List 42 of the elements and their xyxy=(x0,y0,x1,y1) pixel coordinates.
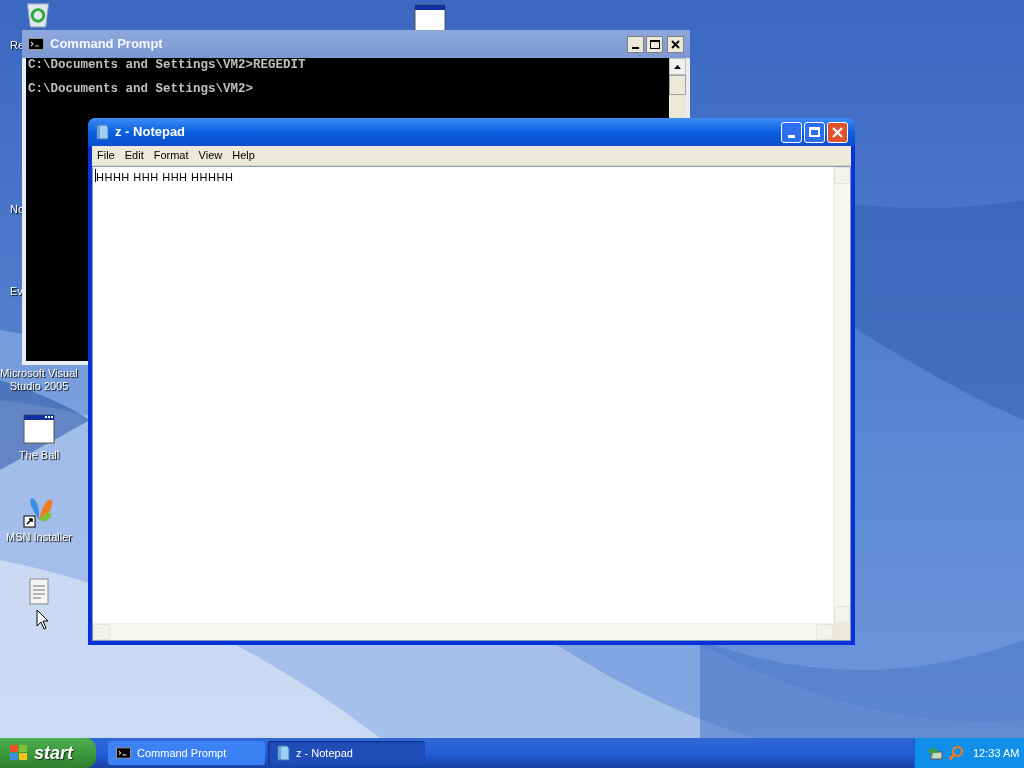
title-bar[interactable]: Command Prompt xyxy=(22,30,690,58)
scrollbar[interactable] xyxy=(833,167,850,623)
console-line: C:\Documents and Settings\VM2> xyxy=(28,83,255,95)
menu-item[interactable]: Format xyxy=(148,147,194,164)
maximize-icon xyxy=(809,127,820,137)
mouse-pointer-icon xyxy=(36,609,49,630)
desktop-icon-label[interactable]: Microsoft Visual Studio 2005 xyxy=(0,367,78,393)
minimize-button[interactable] xyxy=(627,35,644,53)
console-icon xyxy=(116,747,131,759)
scrollbar[interactable] xyxy=(93,623,833,640)
network-icon[interactable] xyxy=(927,745,943,761)
up-arrow-icon xyxy=(674,64,681,69)
document-text: HHHH HHH HHH HHHHH xyxy=(96,170,234,185)
minimize-icon xyxy=(788,134,795,138)
maximize-button[interactable] xyxy=(646,35,663,53)
app-window-icon[interactable] xyxy=(23,414,55,444)
clock[interactable]: 12:33 AM xyxy=(973,744,1020,762)
desktop-icon-label[interactable]: Ev xyxy=(10,285,23,298)
notepad-icon xyxy=(276,745,290,761)
resize-grip[interactable] xyxy=(833,623,850,640)
minimize-icon xyxy=(632,46,639,49)
window-title: z - Notepad xyxy=(115,123,187,142)
text-cursor xyxy=(95,169,96,182)
menu-item[interactable]: View xyxy=(193,147,228,164)
maximize-icon xyxy=(649,39,660,49)
taskbar-button[interactable]: z - Notepad xyxy=(268,741,425,765)
close-icon xyxy=(671,39,680,49)
window-title: Command Prompt xyxy=(50,35,164,54)
start-button[interactable]: start xyxy=(0,738,96,768)
menu-item[interactable]: File xyxy=(92,147,120,164)
menu-item[interactable]: Edit xyxy=(119,147,149,164)
close-button[interactable] xyxy=(667,35,684,53)
console-icon xyxy=(28,38,44,50)
app-window-icon[interactable] xyxy=(414,4,446,30)
menu-item[interactable]: Help xyxy=(227,147,260,164)
flag-icon xyxy=(9,744,29,762)
scroll-up-button[interactable] xyxy=(669,58,686,75)
console-line: C:\Documents and Settings\VM2>REGEDIT xyxy=(28,59,307,71)
notepad-icon xyxy=(95,124,109,140)
scroll-thumb[interactable] xyxy=(669,75,686,95)
taskbar-button[interactable]: Command Prompt xyxy=(108,741,265,765)
close-icon xyxy=(832,126,843,138)
